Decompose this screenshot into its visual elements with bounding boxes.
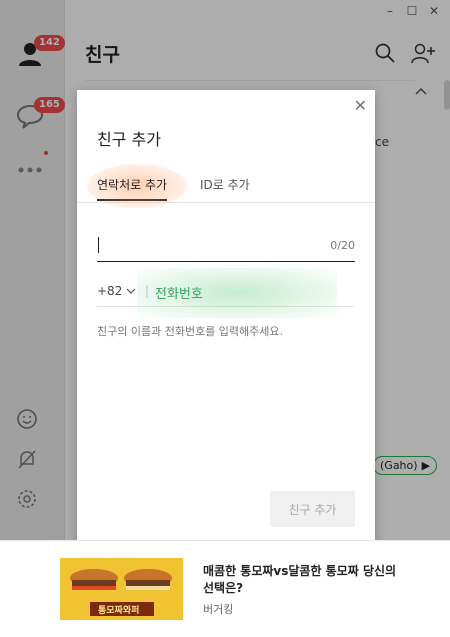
dialog-tabs: 연락처로 추가 ID로 추가	[77, 164, 375, 208]
tab-id-label: ID로 추가	[200, 178, 250, 192]
country-code-select[interactable]: +82	[97, 284, 136, 298]
chevron-down-icon	[126, 288, 136, 294]
tab-add-by-id[interactable]: ID로 추가	[200, 176, 250, 199]
phone-field[interactable]: +82 | 전화번호	[97, 268, 355, 318]
name-input[interactable]: 0/20	[97, 235, 355, 262]
tab-contact-label: 연락처로 추가	[97, 178, 168, 192]
country-code-value: +82	[97, 284, 123, 298]
instruction-text: 친구의 이름과 전화번호를 입력해주세요.	[97, 325, 284, 338]
ad-title[interactable]: 매콤한 통모짜vs달콤한 통모짜 당신의 선택은?	[203, 563, 403, 597]
ad-brand: 버거킹	[203, 603, 234, 616]
add-friend-button[interactable]: 친구 추가	[270, 491, 355, 527]
dialog-title: 친구 추가	[97, 130, 161, 149]
ad-banner[interactable]: 통모짜와퍼 매콤한 통모짜vs달콤한 통모짜 당신의 선택은? 버거킹	[0, 540, 450, 637]
ad-image[interactable]: 통모짜와퍼	[60, 558, 183, 620]
tab-add-by-contact[interactable]: 연락처로 추가	[87, 164, 187, 208]
text-cursor	[98, 237, 99, 253]
close-icon[interactable]: ✕	[354, 96, 367, 115]
name-counter: 0/20	[330, 239, 355, 252]
add-friend-dialog: ✕ 친구 추가 연락처로 추가 ID로 추가 0/20 +82 | 전화번호 친…	[77, 90, 375, 547]
field-separator: |	[145, 284, 150, 298]
phone-input[interactable]: 전화번호	[155, 283, 203, 302]
ad-image-caption: 통모짜와퍼	[98, 606, 140, 616]
